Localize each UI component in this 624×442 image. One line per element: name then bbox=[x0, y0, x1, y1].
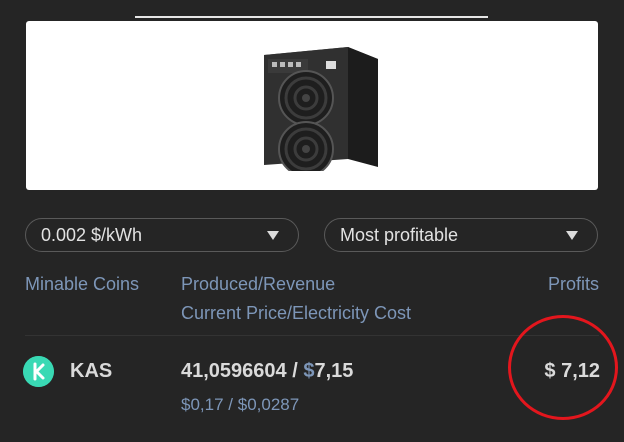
price-cost-line: $0,17 / $0,0287 bbox=[181, 395, 299, 415]
caret-down-icon bbox=[566, 230, 578, 240]
sort-select[interactable]: Most profitable bbox=[324, 218, 598, 252]
revenue-currency: $ bbox=[303, 360, 315, 382]
product-image-card bbox=[26, 21, 598, 190]
electricity-cost: $0,0287 bbox=[237, 395, 300, 414]
header-produced-revenue: Produced/Revenue bbox=[181, 274, 336, 294]
coin-symbol: KAS bbox=[70, 360, 113, 382]
header-minable-coins: Minable Coins bbox=[25, 274, 140, 294]
table-divider bbox=[25, 335, 599, 336]
sort-value: Most profitable bbox=[340, 224, 459, 245]
header-price-cost: Current Price/Electricity Cost bbox=[181, 303, 412, 323]
caret-down-icon bbox=[267, 230, 279, 240]
current-price: $0,17 bbox=[181, 395, 224, 414]
header-profits: Profits bbox=[547, 274, 599, 294]
produced-amount: 41,0596604 bbox=[181, 360, 287, 382]
revenue-value: 7,15 bbox=[314, 360, 354, 382]
produced-revenue: 41,0596604 / $7,15 bbox=[181, 360, 353, 383]
price-cost-separator: / bbox=[228, 395, 234, 414]
kaspa-logo-icon bbox=[23, 356, 54, 387]
annotation-circle bbox=[508, 315, 618, 420]
electricity-cost-value: 0.002 $/kWh bbox=[41, 224, 143, 245]
electricity-cost-select[interactable]: 0.002 $/kWh bbox=[25, 218, 299, 252]
top-divider bbox=[135, 16, 488, 18]
asic-miner-image bbox=[264, 47, 378, 171]
produced-separator: / bbox=[292, 360, 298, 382]
